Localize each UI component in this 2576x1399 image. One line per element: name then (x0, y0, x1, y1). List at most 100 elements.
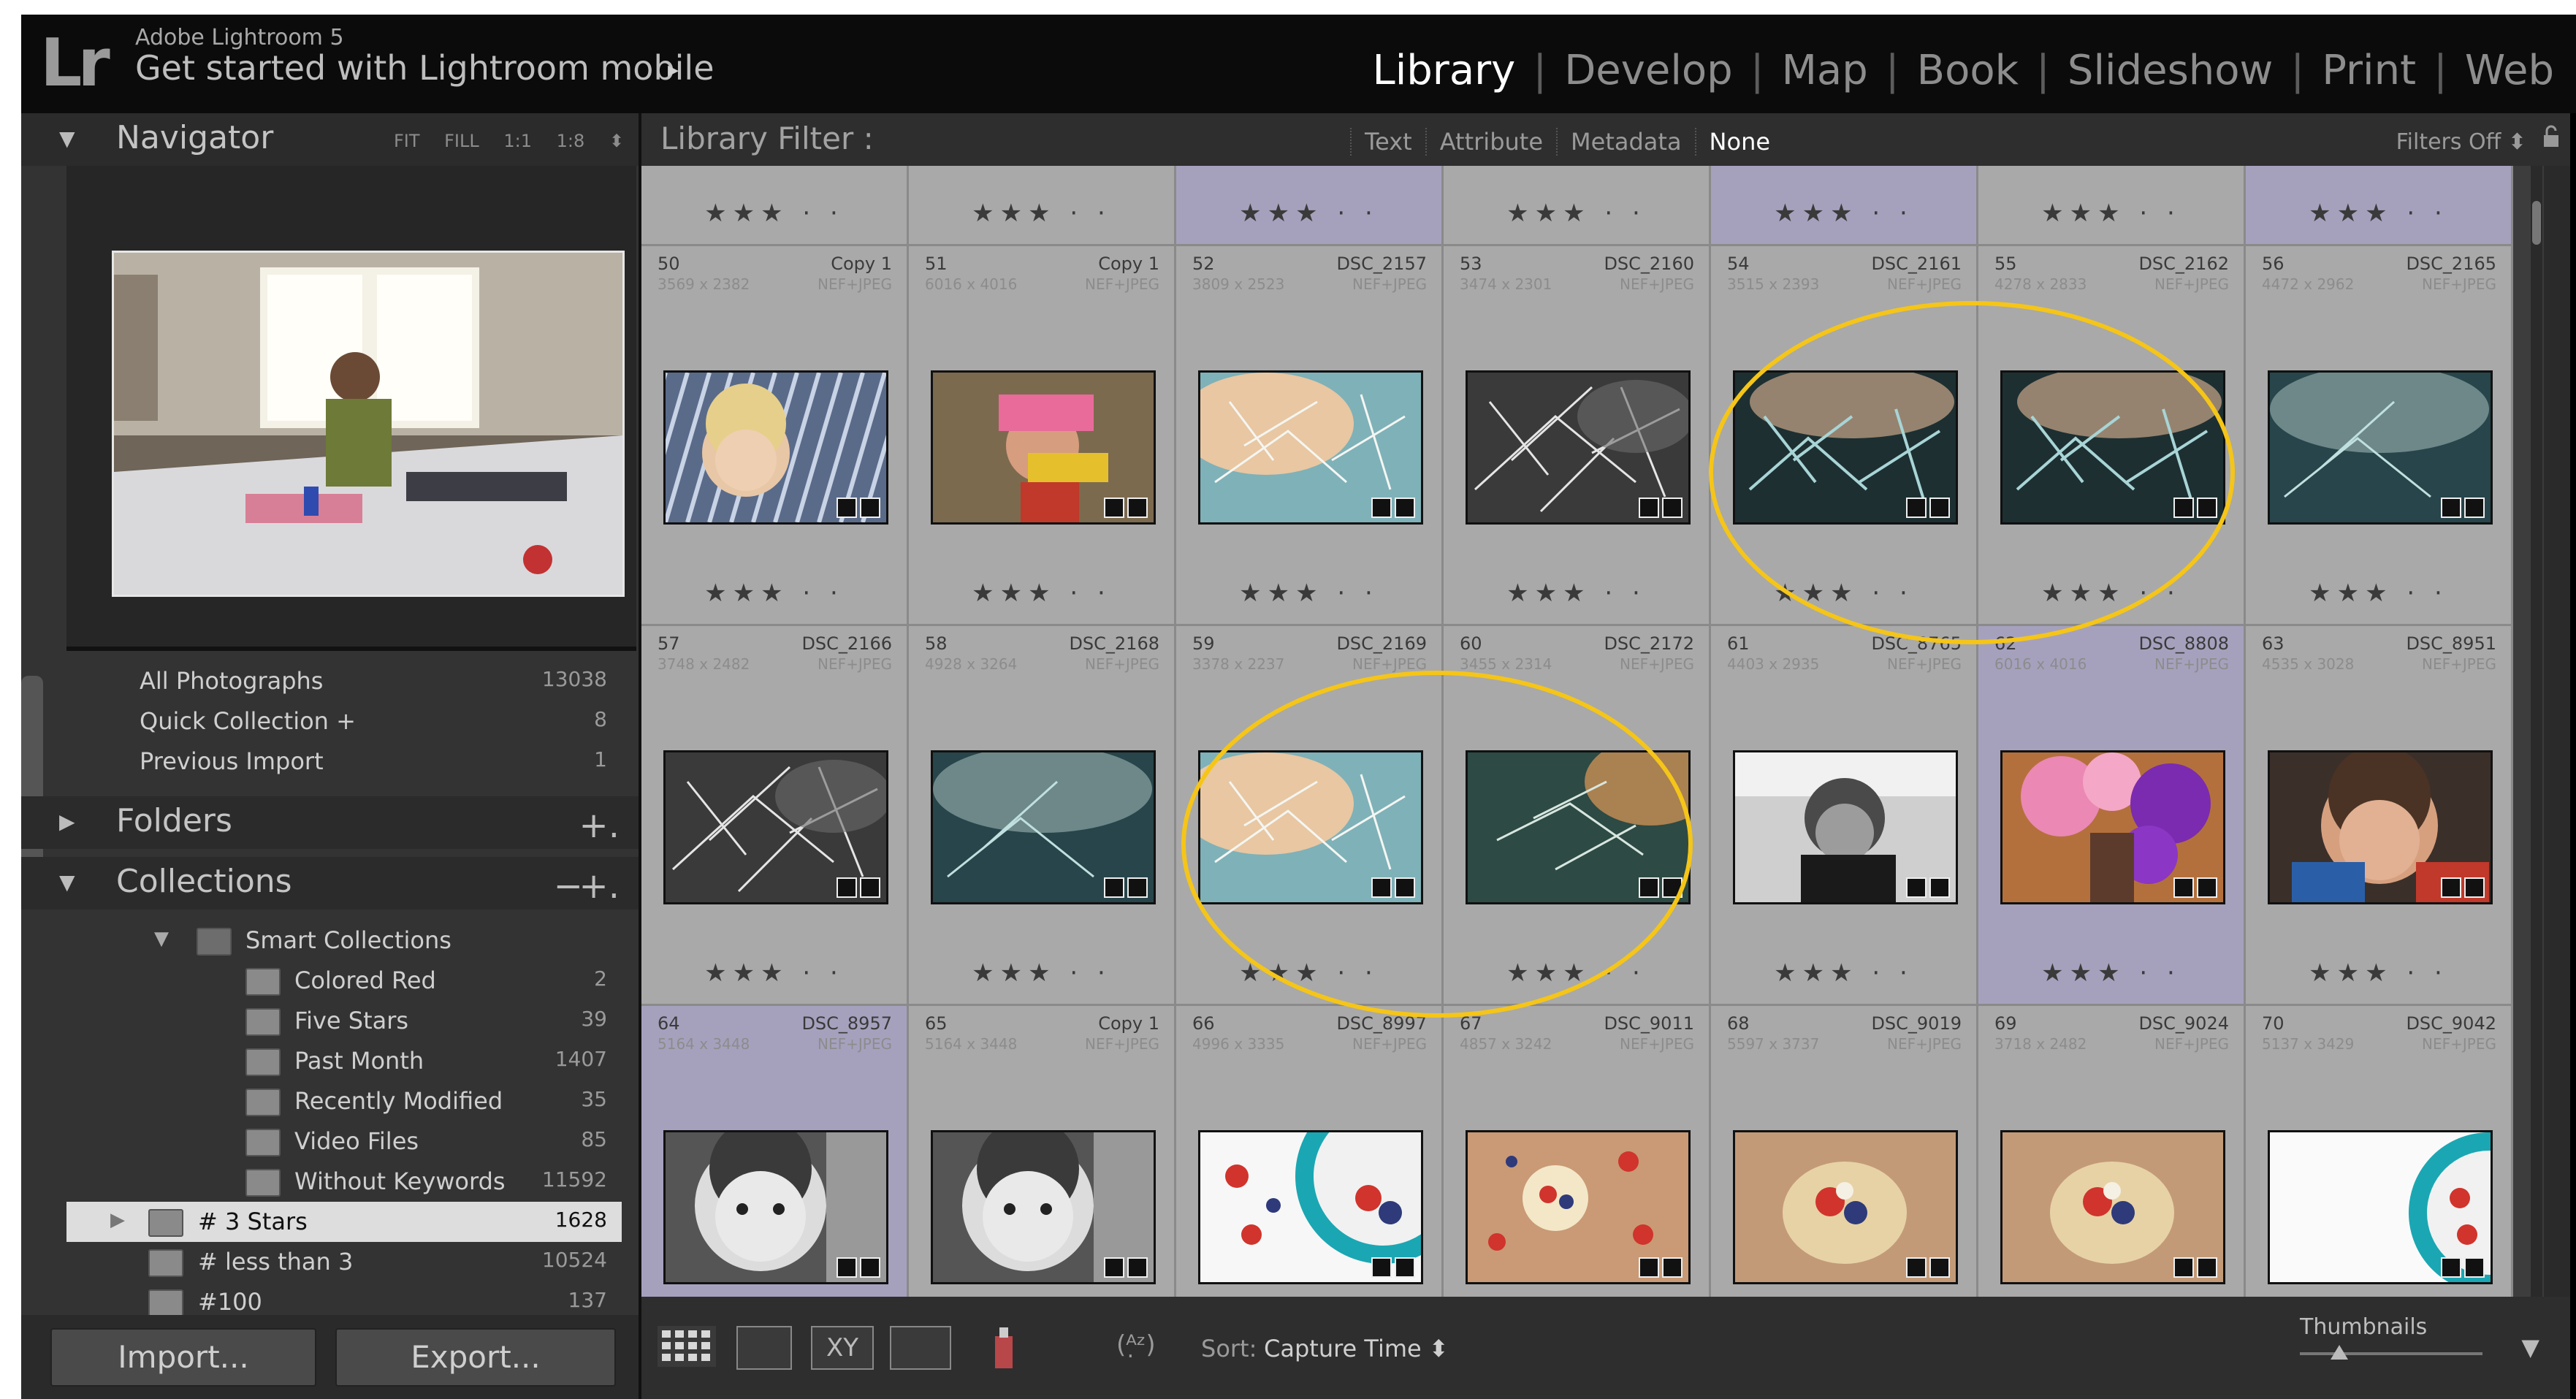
photo-thumbnail[interactable] (2268, 750, 2493, 904)
collections-header[interactable]: ▼ Collections − +. (21, 857, 639, 910)
grid-cell[interactable]: 61 DSC_8765 4403 x 2935 NEF+JPEG ★★★ · · (1711, 626, 1978, 1006)
collapse-triangle-icon[interactable]: ▼ (154, 928, 169, 950)
metadata-badge-icon[interactable] (1906, 1257, 1927, 1278)
module-library[interactable]: Library (1365, 47, 1523, 94)
module-book[interactable]: Book (1910, 47, 2026, 94)
star-rating[interactable]: ★★★ · · (641, 579, 907, 608)
grid-cell[interactable]: 57 DSC_2166 3748 x 2482 NEF+JPEG ★★★ · · (641, 626, 909, 1006)
grid-cell[interactable]: 67DSC_90114857 x 3242NEF+JPEG★★★ · · (1444, 1006, 1711, 1297)
develop-badge-icon[interactable] (1929, 1257, 1950, 1278)
metadata-badge-icon[interactable] (837, 1257, 857, 1278)
metadata-badge-icon[interactable] (1104, 1257, 1124, 1278)
metadata-badge-icon[interactable] (1371, 1257, 1392, 1278)
thumbnail-size-slider[interactable] (2300, 1352, 2482, 1355)
grid-cell[interactable]: 53 DSC_2160 3474 x 2301 NEF+JPEG ★★★ · · (1444, 246, 1711, 626)
grid-cell-partial[interactable]: ★★★ · · (1176, 166, 1444, 246)
expand-triangle-icon[interactable]: ▶ (59, 809, 75, 834)
thumbnail-size-slider-knob[interactable] (2331, 1345, 2348, 1360)
add-collection-icon[interactable]: +. (579, 866, 620, 907)
collapse-triangle-icon[interactable]: ▼ (59, 870, 75, 894)
star-rating[interactable]: ★★★ · · (1711, 199, 1976, 228)
photo-thumbnail[interactable] (2000, 1130, 2225, 1284)
star-rating[interactable]: ★★★ · · (1444, 199, 1709, 228)
sort-dropdown[interactable]: Capture Time ⬍ (1264, 1335, 1449, 1362)
smart-collection-recently-modified[interactable]: Recently Modified 35 (66, 1081, 622, 1121)
navigator-zoom-options[interactable]: FIT FILL 1:1 1:8 ⬍ (394, 131, 624, 151)
folders-header[interactable]: ▶ Folders +. (21, 796, 639, 849)
grid-cell[interactable]: 62 DSC_8808 6016 x 4016 NEF+JPEG ★★★ · · (1978, 626, 2246, 1006)
grid-cell-partial[interactable]: ★★★ · · (1711, 166, 1978, 246)
metadata-badge-icon[interactable] (1639, 1257, 1659, 1278)
develop-badge-icon[interactable] (1929, 877, 1950, 898)
photo-thumbnail[interactable] (2000, 750, 2225, 904)
filter-attribute[interactable]: Attribute (1425, 128, 1556, 156)
star-rating[interactable]: ★★★ · · (1978, 958, 2244, 988)
smart-collections-set[interactable]: ▼ Smart Collections (66, 920, 622, 961)
toolbar-options-dropdown-icon[interactable]: ▼ (2521, 1333, 2539, 1361)
collection-less-than-3[interactable]: # less than 3 10524 (66, 1242, 622, 1282)
module-develop[interactable]: Develop (1557, 47, 1740, 94)
grid-cell[interactable]: 63 DSC_8951 4535 x 3028 NEF+JPEG ★★★ · · (2246, 626, 2513, 1006)
grid-cell[interactable]: 70DSC_90425137 x 3429NEF+JPEG★★★ · · (2246, 1006, 2513, 1297)
metadata-badge-icon[interactable] (1371, 498, 1392, 518)
grid-cell[interactable]: 50 Copy 1 3569 x 2382 NEF+JPEG ★★★ · · (641, 246, 909, 626)
star-rating[interactable]: ★★★ · · (2246, 199, 2511, 228)
grid-cell-partial[interactable]: ★★★ · · (641, 166, 909, 246)
grid-view-icon[interactable] (658, 1326, 716, 1367)
develop-badge-icon[interactable] (1127, 877, 1148, 898)
metadata-badge-icon[interactable] (1639, 498, 1659, 518)
star-rating[interactable]: ★★★ · · (1176, 579, 1441, 608)
metadata-badge-icon[interactable] (2173, 1257, 2194, 1278)
smart-collection-five-stars[interactable]: Five Stars 39 (66, 1001, 622, 1041)
mobile-promo-link[interactable]: Get started with Lightroom mobile (135, 48, 715, 88)
collection-3-stars[interactable]: ▶ # 3 Stars 1628 (66, 1202, 622, 1242)
promo-arrow-icon[interactable]: ▸ (668, 57, 679, 83)
star-rating[interactable]: ★★★ · · (641, 199, 907, 228)
survey-view-icon[interactable] (890, 1326, 951, 1370)
develop-badge-icon[interactable] (860, 498, 880, 518)
add-folder-icon[interactable]: +. (579, 805, 620, 846)
catalog-item-quick-collection[interactable]: Quick Collection + 8 (66, 701, 622, 742)
grid-cell-partial[interactable]: ★★★ · · (2246, 166, 2513, 246)
export-button[interactable]: Export... (335, 1328, 616, 1387)
grid-cell[interactable]: 56 DSC_2165 4472 x 2962 NEF+JPEG ★★★ · · (2246, 246, 2513, 626)
grid-cell[interactable]: 69DSC_90243718 x 2482NEF+JPEG★★★ · · (1978, 1006, 2246, 1297)
develop-badge-icon[interactable] (860, 1257, 880, 1278)
photo-thumbnail[interactable] (2268, 1130, 2493, 1284)
metadata-badge-icon[interactable] (1906, 877, 1927, 898)
grid-cell[interactable]: 64DSC_89575164 x 3448NEF+JPEG★★★ · · (641, 1006, 909, 1297)
photo-thumbnail[interactable] (931, 370, 1156, 525)
develop-badge-icon[interactable] (2464, 498, 2485, 518)
filter-presets-dropdown[interactable]: Filters Off ⬍ (2396, 129, 2526, 155)
star-rating[interactable]: ★★★ · · (2246, 579, 2511, 608)
import-button[interactable]: Import... (50, 1328, 316, 1387)
star-rating[interactable]: ★★★ · · (909, 199, 1174, 228)
metadata-badge-icon[interactable] (1104, 498, 1124, 518)
develop-badge-icon[interactable] (1127, 498, 1148, 518)
develop-badge-icon[interactable] (860, 877, 880, 898)
photo-thumbnail[interactable] (1733, 750, 1958, 904)
expand-triangle-icon[interactable]: ▶ (110, 1209, 125, 1231)
grid-scrollbar[interactable] (2531, 166, 2542, 1297)
metadata-badge-icon[interactable] (2441, 498, 2461, 518)
catalog-item-previous-import[interactable]: Previous Import 1 (66, 742, 622, 782)
develop-badge-icon[interactable] (2464, 877, 2485, 898)
photo-thumbnail[interactable] (1466, 1130, 1691, 1284)
photo-thumbnail[interactable] (931, 750, 1156, 904)
right-panel-collapsed[interactable] (2544, 166, 2570, 1297)
develop-badge-icon[interactable] (1395, 498, 1415, 518)
develop-badge-icon[interactable] (2197, 877, 2217, 898)
photo-thumbnail[interactable] (1198, 1130, 1423, 1284)
develop-badge-icon[interactable] (2197, 1257, 2217, 1278)
smart-collection-without-keywords[interactable]: Without Keywords 11592 (66, 1162, 622, 1202)
filter-none[interactable]: None (1694, 128, 1783, 156)
develop-badge-icon[interactable] (1662, 1257, 1683, 1278)
photo-thumbnail[interactable] (663, 1130, 888, 1284)
navigator-preview-photo[interactable] (112, 251, 625, 597)
photo-thumbnail[interactable] (663, 370, 888, 525)
lock-icon[interactable] (2542, 125, 2560, 148)
painter-spray-icon[interactable] (989, 1323, 1018, 1371)
smart-collection-colored-red[interactable]: Colored Red 2 (66, 961, 622, 1001)
star-rating[interactable]: ★★★ · · (1176, 199, 1441, 228)
compare-view-icon[interactable]: XY (811, 1326, 874, 1370)
